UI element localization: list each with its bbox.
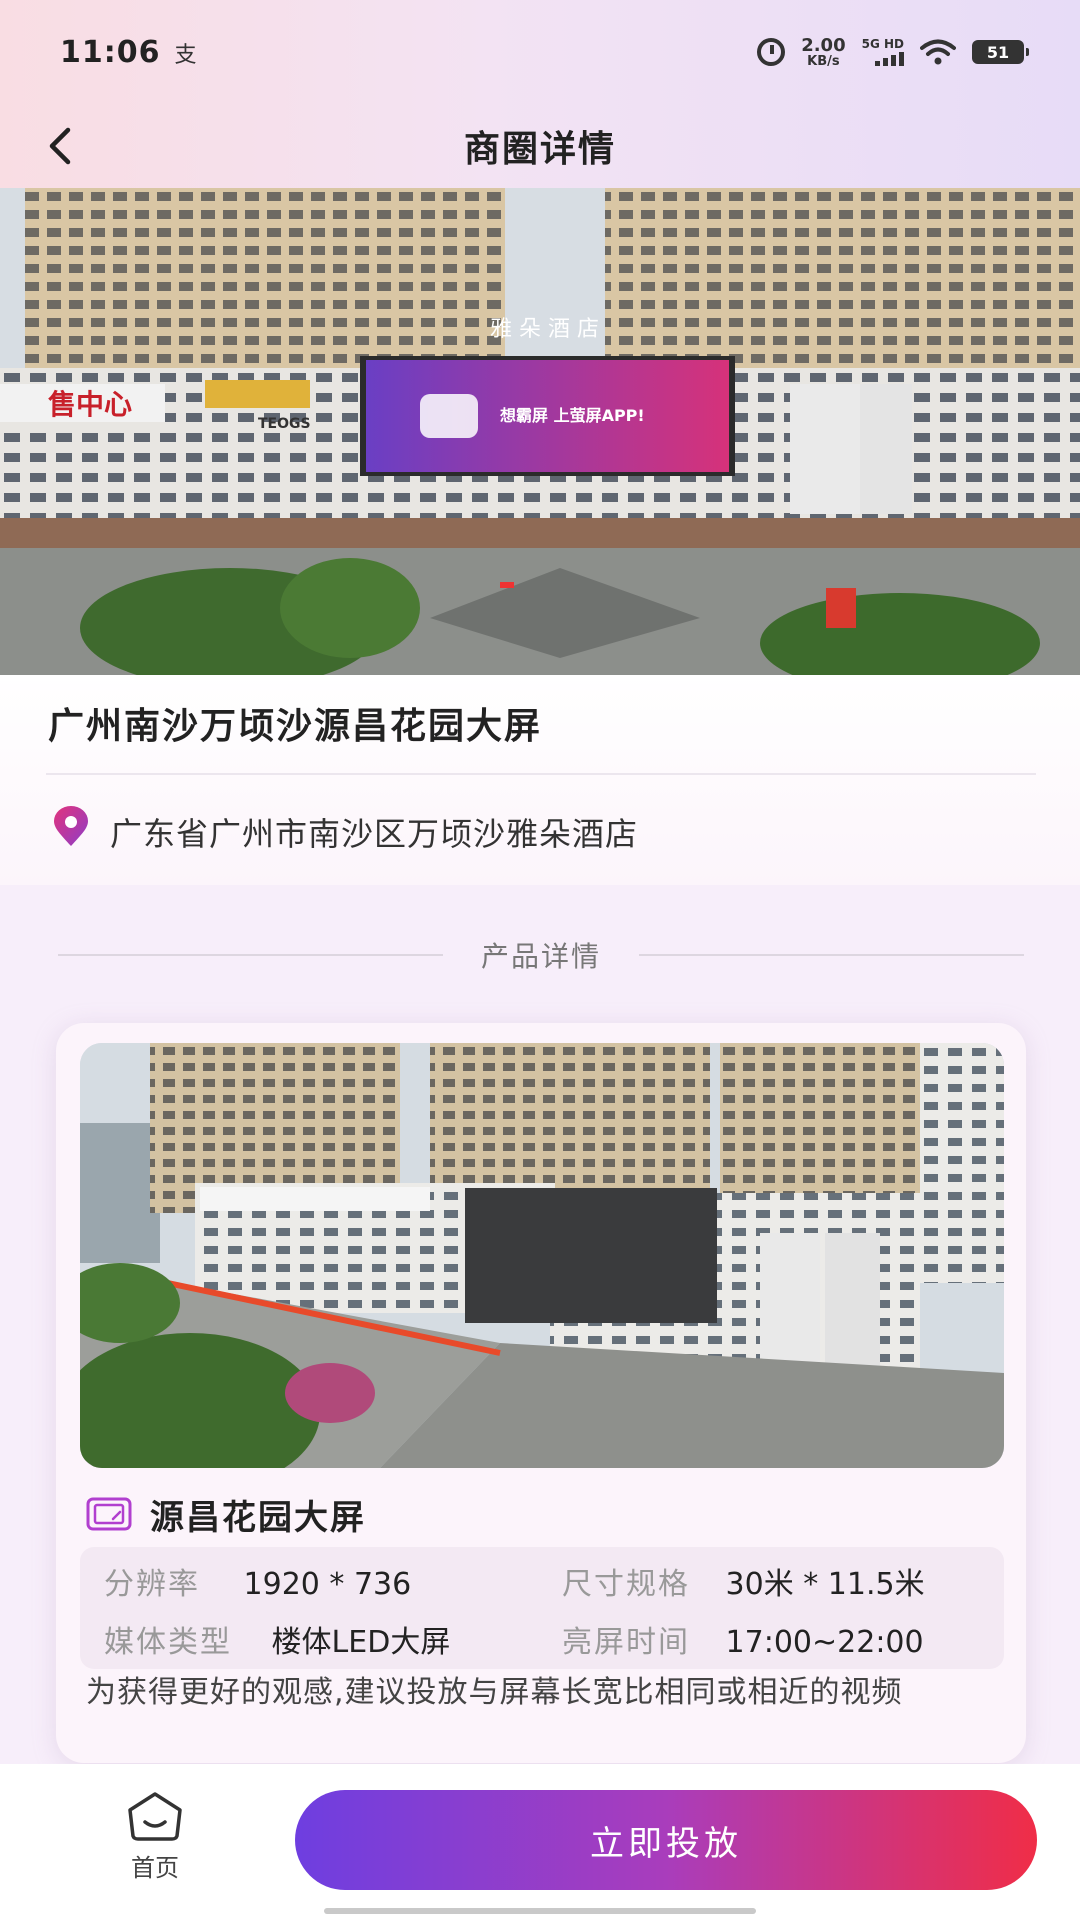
hero-left-sign: 售中心 xyxy=(48,388,132,421)
chevron-left-icon[interactable] xyxy=(36,118,86,174)
wifi-icon xyxy=(920,39,956,65)
hero-photo: 售中心 TEOGS 雅 朵 酒 店 想霸屏 上萤屏APP! xyxy=(0,188,1080,675)
network-speed-unit: KB/s xyxy=(807,53,840,69)
divider xyxy=(46,773,1036,775)
gesture-handle xyxy=(324,1908,756,1914)
network-speed: 2.00 KB/s xyxy=(801,34,846,69)
signal-bars xyxy=(875,52,904,66)
hero-store-sign: TEOGS xyxy=(258,416,311,432)
place-info-card: 广州南沙万顷沙源昌花园大屏 广东省广州市南沙区万顷沙雅朵酒店 xyxy=(0,675,1080,885)
heading-line-right xyxy=(639,954,1025,956)
hero-building-sign: 雅 朵 酒 店 xyxy=(490,317,599,342)
billboard-text: 想霸屏 上萤屏APP! xyxy=(499,406,645,425)
battery-icon: 51 xyxy=(972,40,1029,64)
carrier-icon: 支 xyxy=(174,43,197,68)
signal-label: 5G HD xyxy=(861,37,904,51)
spec-table: 分辨率 1920 * 736 尺寸规格 30米 * 11.5米 媒体类型 楼体L… xyxy=(80,1547,1004,1669)
place-ad-button[interactable]: 立即投放 xyxy=(295,1790,1037,1890)
address-text: 广东省广州市南沙区万顷沙雅朵酒店 xyxy=(110,815,639,853)
spec-label: 亮屏时间 xyxy=(562,1625,690,1660)
heading-line-left xyxy=(58,954,443,956)
spec-value: 楼体LED大屏 xyxy=(271,1625,451,1660)
spec-resolution: 分辨率 1920 * 736 xyxy=(104,1559,411,1603)
screen-photo-image xyxy=(80,1043,1004,1468)
status-icons: 2.00 KB/s 5G HD 51 xyxy=(757,34,1029,69)
page-title: 商圈详情 xyxy=(463,129,616,170)
spec-screen-time: 亮屏时间 17:00~22:00 xyxy=(562,1617,924,1661)
aspect-ratio-note: 为获得更好的观感,建议投放与屏幕长宽比相同或相近的视频 xyxy=(86,1675,903,1710)
spec-label: 尺寸规格 xyxy=(562,1567,690,1602)
bottom-action-bar: 首页 立即投放 xyxy=(0,1764,1080,1920)
screen-title-row: 源昌花园大屏 xyxy=(86,1489,366,1539)
spec-label: 分辨率 xyxy=(104,1567,200,1602)
product-section-heading: 产品详情 xyxy=(58,935,1025,975)
section-title: 产品详情 xyxy=(481,940,602,973)
network-speed-value: 2.00 xyxy=(801,34,846,56)
status-time: 11:06 xyxy=(60,34,161,70)
spec-value: 17:00~22:00 xyxy=(725,1625,924,1660)
home-label: 首页 xyxy=(131,1854,179,1882)
place-title: 广州南沙万顷沙源昌花园大屏 xyxy=(48,706,543,747)
spec-size: 尺寸规格 30米 * 11.5米 xyxy=(562,1559,925,1603)
home-icon xyxy=(128,1792,182,1841)
home-tab[interactable]: 首页 xyxy=(100,1790,210,1890)
spec-value: 1920 * 736 xyxy=(243,1567,412,1602)
screen-photo xyxy=(80,1043,1004,1468)
spec-media-type: 媒体类型 楼体LED大屏 xyxy=(104,1617,450,1661)
alarm-icon xyxy=(757,38,786,66)
hero-image: 售中心 TEOGS 雅 朵 酒 店 想霸屏 上萤屏APP! xyxy=(0,188,1080,675)
screen-icon xyxy=(86,1497,132,1531)
spec-value: 30米 * 11.5米 xyxy=(725,1567,925,1602)
status-bar: 11:06 支 2.00 KB/s 5G HD 51 xyxy=(0,0,1080,104)
signal-icon: 5G HD xyxy=(862,38,904,66)
location-pin-icon xyxy=(54,806,88,846)
screen-name: 源昌花园大屏 xyxy=(150,1497,366,1538)
product-card: 源昌花园大屏 分辨率 1920 * 736 尺寸规格 30米 * 11.5米 媒… xyxy=(56,1023,1026,1763)
spec-label: 媒体类型 xyxy=(104,1625,232,1660)
navigation-bar: 商圈详情 xyxy=(0,104,1080,188)
